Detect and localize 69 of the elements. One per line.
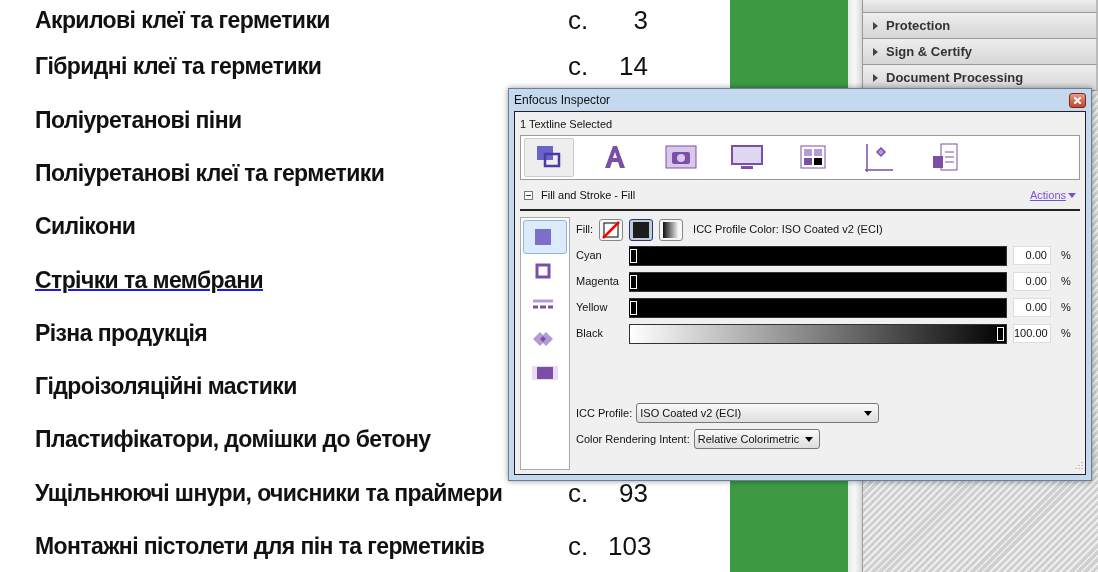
page-prefix: с. [568, 476, 590, 510]
toc-entry[interactable]: Акрилові клеї та герметики [35, 2, 330, 38]
slider-thumb[interactable] [630, 248, 637, 263]
page-prefix: с. [568, 50, 590, 84]
profile-dropdown[interactable]: ISO Coated v2 (ECI) [636, 403, 880, 423]
slider-thumb[interactable] [630, 300, 637, 315]
unit-label: % [1061, 300, 1071, 316]
page-number: 3 [632, 3, 648, 37]
camera-icon [665, 142, 697, 172]
move-axes-icon [863, 142, 895, 172]
gradient-fill-icon [662, 220, 681, 239]
fill-type-button[interactable] [659, 218, 684, 241]
unit-label: % [1061, 274, 1071, 290]
toc-entry[interactable]: Поліуретанові піни [35, 102, 242, 138]
tool-tab[interactable] [524, 137, 574, 177]
unit-label: % [1061, 248, 1071, 264]
monitor-icon [731, 142, 763, 172]
section-title: Fill and Stroke - Fill [541, 188, 636, 204]
toc-entry[interactable]: Пластифікатори, домішки до бетону [35, 422, 431, 457]
channel-label: Magenta [576, 274, 620, 290]
swatch-grid-icon [797, 142, 829, 172]
value-field[interactable]: 0.00 [1013, 298, 1051, 317]
toc-entry[interactable]: Силікони [35, 209, 136, 244]
toc-entry[interactable]: Гідроізоляційні мастики [35, 369, 297, 404]
no-fill-icon [602, 220, 621, 239]
panel-item[interactable]: Protection [863, 13, 1098, 39]
toc-entry[interactable]: Стрічки та мембрани [35, 262, 264, 298]
color-caption: ICC Profile Color: ISO Coated v2 (ECI) [693, 222, 883, 238]
page-prefix: с. [568, 529, 590, 563]
slider-thumb[interactable] [997, 326, 1004, 341]
actions-link[interactable]: Actions [1029, 187, 1066, 204]
panel-item[interactable]: Sign & Certify [863, 39, 1098, 65]
expand-arrow-icon [873, 47, 878, 56]
window-title: Enfocus Inspector [514, 92, 611, 109]
channel-label: Black [576, 326, 604, 342]
dropdown-caret-icon [864, 410, 873, 416]
toc-entry[interactable]: Ущільнюючі шнури, очисники та праймери [35, 475, 503, 511]
value-field[interactable]: 0.00 [1013, 272, 1051, 291]
page-prefix: с. [568, 3, 590, 37]
value-field[interactable]: 0.00 [1013, 246, 1051, 265]
panel-item[interactable]: Document Processing [863, 65, 1098, 91]
expand-arrow-icon [873, 73, 878, 82]
value-field[interactable]: 100.00 [1013, 324, 1051, 343]
page-number: 14 [618, 50, 648, 84]
side-tab[interactable] [523, 219, 567, 254]
toc-entry[interactable]: Поліуретанові клеї та герметики [35, 156, 385, 191]
expand-arrow-icon [873, 21, 878, 30]
toc-entry[interactable]: Гібридні клеї та герметики [35, 49, 322, 84]
close-button[interactable] [1069, 92, 1086, 108]
unit-label: % [1061, 326, 1071, 342]
field-label: ICC Profile: [576, 405, 633, 421]
resize-grip-icon[interactable] [1074, 460, 1083, 470]
solid-fill-icon [632, 220, 651, 239]
fill-type-button[interactable] [629, 218, 654, 241]
channel-label: Yellow [576, 300, 609, 316]
toc-entry[interactable]: Різна продукція [35, 315, 208, 351]
channel-label: Cyan [576, 248, 603, 264]
field-label: Color Rendering Intent: [576, 431, 690, 447]
collapse-toggle[interactable] [524, 191, 533, 200]
intent-dropdown[interactable]: Relative Colorimetric [693, 429, 820, 449]
page-number: 93 [618, 476, 648, 510]
dropdown-caret-icon [1068, 193, 1076, 198]
slider-thumb[interactable] [630, 274, 637, 289]
dropdown-caret-icon [804, 436, 813, 442]
selection-status: 1 Textline Selected [520, 117, 614, 132]
close-icon [1074, 96, 1081, 104]
minus-icon [525, 192, 532, 199]
toc-entry[interactable]: Монтажні пістолети для пін та герметиків [35, 529, 485, 564]
fill-label: Fill: [576, 222, 594, 238]
